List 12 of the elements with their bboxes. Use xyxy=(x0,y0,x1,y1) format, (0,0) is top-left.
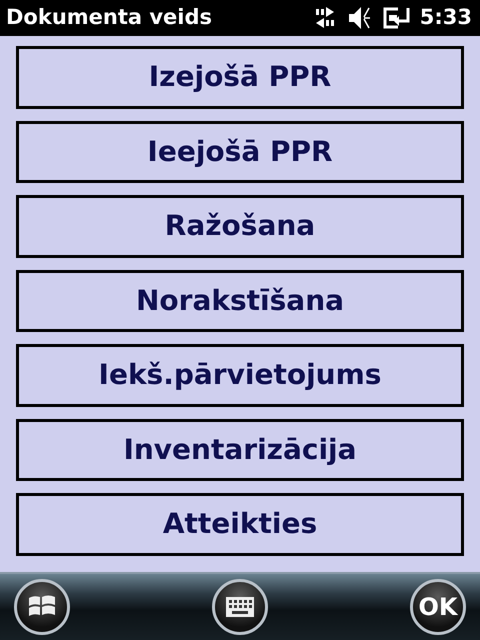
ok-button[interactable]: OK xyxy=(410,579,466,635)
window-title: Dokumenta veids xyxy=(6,4,212,32)
menu-button[interactable]: Inventarizācija xyxy=(16,418,464,481)
power-icon xyxy=(382,5,412,31)
keyboard-icon xyxy=(225,596,255,618)
menu-button[interactable]: Iekš.pārvietojums xyxy=(16,344,464,406)
menu-button[interactable]: Norakstīšana xyxy=(16,270,464,332)
menu-button[interactable]: Atteikties xyxy=(16,493,464,556)
clock-time: 5:33 xyxy=(420,4,472,32)
menu-button[interactable]: Izejošā PPR xyxy=(16,46,464,108)
menu-button[interactable]: Ražošana xyxy=(16,195,464,258)
menu-button[interactable]: Ieejošā PPR xyxy=(16,120,464,183)
